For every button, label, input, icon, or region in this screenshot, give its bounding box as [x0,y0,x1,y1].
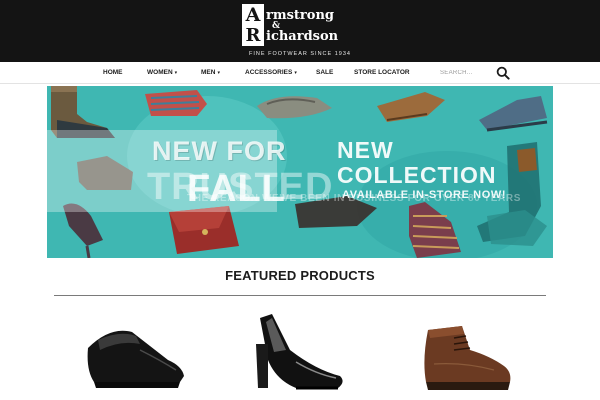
chevron-down-icon: ▾ [174,70,178,76]
plaid-loafer-icon [145,90,207,116]
main-navigation: HOME WOMEN ▾ MEN ▾ ACCESSORIES ▾ SALE STORE… [0,62,600,84]
product-card-chukka[interactable] [414,310,524,400]
featured-products-heading: FEATURED PRODUCTS [225,268,375,283]
banner-collection-text: COLLECTION [337,162,497,188]
nav-accessories-label: ACCESSORIES [245,69,293,76]
logo-letter-a: A [242,4,264,26]
banner-new-text: NEW [337,137,394,163]
logo-word-richardson: ichardson [266,29,339,44]
search-button[interactable] [496,66,510,80]
banner-overlay-subline: THE REASON WE'VE BEEN IN BUSINESS FOR OV… [187,193,521,204]
nav-sale[interactable]: SALE [316,62,333,84]
black-patent-pump-icon [256,314,343,390]
nav-men[interactable]: MEN ▾ [201,62,220,84]
chevron-down-icon: ▾ [217,70,220,76]
nav-sale-label: SALE [316,69,334,76]
handbag-icon [169,206,239,254]
product-card-loafer[interactable] [80,310,190,400]
product-card-pump[interactable] [246,310,356,400]
site-header: A rmstrong & R ichardson FINE FOOTWEAR S… [0,0,600,62]
search-input[interactable] [440,67,492,79]
banner-fall-text: FALL [187,168,286,210]
brown-chukka-boot-icon [424,326,511,390]
section-divider [54,295,546,296]
brand-logo[interactable]: A rmstrong & R ichardson [242,4,362,46]
nav-store-locator[interactable]: STORE LOCATOR [354,62,410,84]
nav-home-label: HOME [103,69,123,76]
logo-letter-r: R [242,26,264,46]
black-loafer-shoe-icon [87,330,184,388]
banner-new-for-text: NEW FOR [152,136,287,166]
nav-home[interactable]: HOME [103,62,123,84]
chevron-down-icon: ▾ [294,70,297,76]
nav-store-locator-label: STORE LOCATOR [354,69,410,76]
search-icon [496,66,510,80]
nav-men-label: MEN [201,69,216,76]
nav-women-label: WOMEN [147,69,173,76]
nav-accessories[interactable]: ACCESSORIES ▾ [245,62,297,84]
hero-banner[interactable]: TRUSTED NEW FOR FALL NEW COLLECTION AVAI… [47,86,553,258]
nav-women[interactable]: WOMEN ▾ [147,62,177,84]
brand-tagline: FINE FOOTWEAR SINCE 1934 [249,51,351,57]
